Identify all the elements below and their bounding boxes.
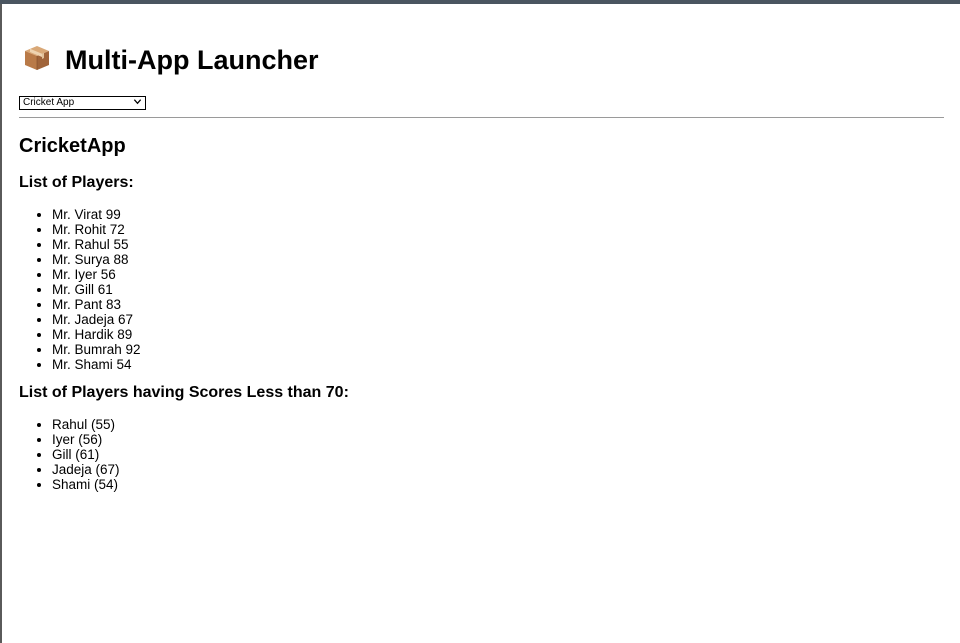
page-title: Multi-App Launcher: [65, 45, 319, 75]
list-item: Mr. Jadeja 67: [52, 312, 944, 327]
list-item: Mr. Hardik 89: [52, 327, 944, 342]
list-item: Mr. Pant 83: [52, 297, 944, 312]
app-select-dropdown[interactable]: Cricket App: [19, 96, 146, 110]
list-item: Rahul (55): [52, 417, 944, 432]
app-section-title: CricketApp: [19, 135, 126, 157]
package-icon: [22, 43, 56, 77]
page-content: Multi-App Launcher Cricket App CricketAp…: [19, 4, 944, 492]
players-list-heading: List of Players:: [19, 174, 134, 191]
list-item: Gill (61): [52, 447, 944, 462]
list-item: Mr. Shami 54: [52, 357, 944, 372]
list-item: Mr. Virat 99: [52, 207, 944, 222]
list-item: Iyer (56): [52, 432, 944, 447]
list-item: Shami (54): [52, 477, 944, 492]
list-item: Mr. Gill 61: [52, 282, 944, 297]
app-select-value: Cricket App: [23, 97, 75, 108]
list-item: Mr. Iyer 56: [52, 267, 944, 282]
list-item: Mr. Surya 88: [52, 252, 944, 267]
low-scorers-list: Rahul (55) Iyer (56) Gill (61) Jadeja (6…: [19, 417, 944, 492]
list-item: Mr. Rahul 55: [52, 237, 944, 252]
divider: [19, 117, 944, 118]
players-list: Mr. Virat 99 Mr. Rohit 72 Mr. Rahul 55 M…: [19, 207, 944, 372]
chevron-down-icon: [133, 97, 142, 110]
window-left-edge: [0, 4, 2, 643]
app-header: Multi-App Launcher: [19, 42, 944, 78]
list-item: Mr. Bumrah 92: [52, 342, 944, 357]
low-scorers-heading: List of Players having Scores Less than …: [19, 384, 349, 401]
list-item: Mr. Rohit 72: [52, 222, 944, 237]
list-item: Jadeja (67): [52, 462, 944, 477]
